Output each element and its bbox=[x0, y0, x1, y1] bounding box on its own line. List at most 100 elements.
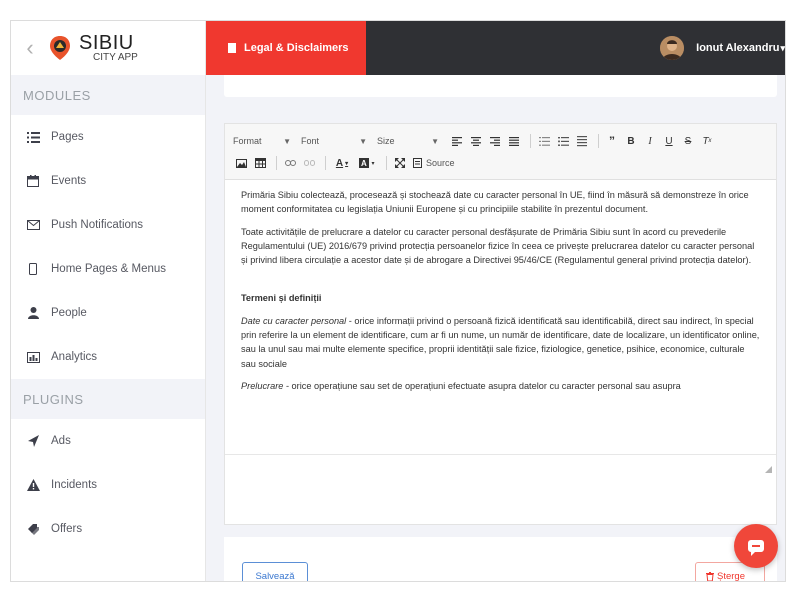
toolbar-divider bbox=[325, 156, 326, 170]
sidebar-item-label: Ads bbox=[51, 435, 71, 447]
terms-heading: Termeni și definiții bbox=[241, 293, 322, 304]
source-icon bbox=[413, 158, 422, 168]
plugins-section-label: PLUGINS bbox=[11, 379, 205, 419]
table-icon[interactable] bbox=[252, 155, 268, 171]
chevron-down-icon: ▼ bbox=[283, 136, 291, 146]
sidebar-item-people[interactable]: People bbox=[11, 291, 205, 335]
link-icon[interactable] bbox=[282, 155, 298, 171]
logo-name: SIBIU bbox=[79, 32, 134, 54]
source-button[interactable]: Source bbox=[413, 158, 455, 168]
sidebar-item-pages[interactable]: Pages bbox=[11, 115, 205, 159]
sidebar-item-analytics[interactable]: Analytics bbox=[11, 335, 205, 379]
list-icon bbox=[25, 131, 41, 143]
text-color-icon[interactable]: A ▾ bbox=[331, 155, 353, 171]
avatar bbox=[660, 36, 685, 60]
bulleted-list-icon[interactable] bbox=[555, 133, 571, 149]
logo-subtitle: CITY APP bbox=[93, 52, 138, 63]
align-right-icon[interactable] bbox=[487, 133, 503, 149]
format-select-label: Format bbox=[233, 136, 262, 146]
chevron-down-icon: ▼ bbox=[431, 136, 439, 146]
sidebar: ‹ SIBIU CITY APP MODULES Pages Events Pu… bbox=[11, 21, 206, 581]
definition-personal-data: Date cu caracter personal - orice inform… bbox=[241, 314, 760, 371]
brand: ‹ SIBIU CITY APP bbox=[11, 21, 205, 75]
size-select-label: Size bbox=[377, 136, 395, 146]
image-icon[interactable] bbox=[233, 155, 249, 171]
sidebar-item-label: Incidents bbox=[51, 479, 98, 491]
sidebar-item-offers[interactable]: Offers bbox=[11, 507, 205, 551]
modules-section-label: MODULES bbox=[11, 75, 205, 115]
sidebar-item-ads[interactable]: Ads bbox=[11, 419, 205, 463]
editor-content[interactable]: Primăria Sibiu colectează, procesează și… bbox=[225, 180, 776, 454]
toolbar-row-2: A ▾ A ▾ Source bbox=[233, 152, 768, 174]
tags-icon bbox=[25, 523, 41, 535]
main-content: Format ▼ Font ▼ Size ▼ ” B I U S T x A ▾… bbox=[206, 75, 785, 581]
sidebar-item-label: Events bbox=[51, 175, 87, 187]
mobile-icon bbox=[25, 263, 41, 275]
tab-legal-disclaimers[interactable]: Legal & Disclaimers bbox=[206, 21, 366, 75]
paragraph-regulation: Toate activitățile de prelucrare a datel… bbox=[241, 226, 755, 266]
definition-term: Prelucrare bbox=[241, 380, 284, 391]
sidebar-item-label: Push Notifications bbox=[51, 219, 144, 231]
background-color-icon[interactable]: A ▾ bbox=[356, 155, 378, 171]
user-menu[interactable]: Ionut Alexandru ▾ bbox=[660, 21, 785, 75]
resize-grip-icon[interactable] bbox=[765, 466, 772, 473]
app-frame: ‹ SIBIU CITY APP MODULES Pages Events Pu… bbox=[10, 20, 786, 582]
svg-text:A: A bbox=[361, 159, 367, 168]
document-icon bbox=[228, 43, 236, 53]
logo-text: SIBIU CITY APP bbox=[79, 33, 138, 63]
maximize-icon[interactable] bbox=[392, 155, 408, 171]
align-center-icon[interactable] bbox=[468, 133, 484, 149]
sidebar-item-label: Pages bbox=[51, 131, 84, 143]
editor-toolbar: Format ▼ Font ▼ Size ▼ ” B I U S T x A ▾… bbox=[225, 124, 776, 180]
toolbar-divider bbox=[386, 156, 387, 170]
align-justify-icon[interactable] bbox=[506, 133, 522, 149]
align-left-icon[interactable] bbox=[449, 133, 465, 149]
sidebar-item-label: Analytics bbox=[51, 351, 98, 363]
trash-icon bbox=[706, 571, 714, 581]
sidebar-item-push-notifications[interactable]: Push Notifications bbox=[11, 203, 205, 247]
chat-button[interactable] bbox=[734, 524, 778, 568]
toolbar-divider bbox=[598, 134, 599, 148]
back-chevron-icon[interactable]: ‹ bbox=[17, 35, 43, 61]
size-select[interactable]: Size ▼ bbox=[377, 136, 439, 146]
top-bar: Legal & Disclaimers Ionut Alexandru ▾ bbox=[206, 21, 785, 75]
actions-card: Salvează Șterge bbox=[224, 537, 777, 582]
sidebar-item-label: People bbox=[51, 307, 87, 319]
megaphone-icon bbox=[25, 435, 41, 447]
logo-pin-icon bbox=[50, 36, 70, 60]
font-select-label: Font bbox=[301, 136, 320, 146]
user-name: Ionut Alexandru bbox=[696, 42, 780, 54]
blockquote-icon[interactable]: ” bbox=[604, 133, 620, 149]
envelope-icon bbox=[25, 220, 41, 230]
user-icon bbox=[25, 307, 41, 319]
chart-icon bbox=[25, 351, 41, 363]
editor-resize-bar bbox=[225, 454, 776, 477]
source-label: Source bbox=[426, 158, 455, 168]
italic-icon[interactable]: I bbox=[642, 133, 658, 149]
chevron-down-icon: ▼ bbox=[359, 136, 367, 146]
toolbar-row-1: Format ▼ Font ▼ Size ▼ ” B I U S T x bbox=[233, 130, 768, 152]
unlink-icon[interactable] bbox=[301, 155, 317, 171]
chevron-down-icon: ▾ bbox=[780, 42, 785, 53]
remove-format-icon[interactable]: Tx bbox=[699, 133, 715, 149]
sidebar-item-label: Offers bbox=[51, 523, 83, 535]
definition-text: - orice operațiune sau set de operațiuni… bbox=[283, 380, 681, 391]
font-select[interactable]: Font ▼ bbox=[301, 136, 367, 146]
underline-icon[interactable]: U bbox=[661, 133, 677, 149]
format-select[interactable]: Format ▼ bbox=[233, 136, 291, 146]
sidebar-item-events[interactable]: Events bbox=[11, 159, 205, 203]
top-card bbox=[224, 75, 777, 97]
save-button[interactable]: Salvează bbox=[242, 562, 308, 581]
indent-icon[interactable] bbox=[574, 133, 590, 149]
definition-term: Date cu caracter personal bbox=[241, 315, 347, 326]
toolbar-divider bbox=[276, 156, 277, 170]
strikethrough-icon[interactable]: S bbox=[680, 133, 696, 149]
toolbar-divider bbox=[530, 134, 531, 148]
delete-label: Șterge bbox=[717, 570, 745, 582]
bold-icon[interactable]: B bbox=[623, 133, 639, 149]
sidebar-item-home-pages-menus[interactable]: Home Pages & Menus bbox=[11, 247, 205, 291]
paragraph-intro: Primăria Sibiu colectează, procesează și… bbox=[241, 190, 749, 215]
warning-icon bbox=[25, 479, 41, 491]
sidebar-item-incidents[interactable]: Incidents bbox=[11, 463, 205, 507]
numbered-list-icon[interactable] bbox=[536, 133, 552, 149]
